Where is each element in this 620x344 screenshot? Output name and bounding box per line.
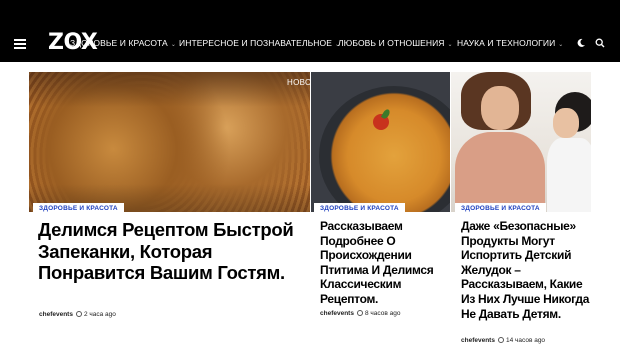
nav-item-science-tech[interactable]: НАУКА И ТЕХНОЛОГИИ ⌄ — [457, 38, 563, 48]
nav-item-label: ЗДОРОВЬЕ И КРАСОТА — [70, 38, 168, 48]
nav-item-health-beauty[interactable]: ЗДОРОВЬЕ И КРАСОТА ⌄ — [70, 38, 176, 48]
category-badge[interactable]: ЗДОРОВЬЕ И КРАСОТА — [455, 203, 546, 215]
article-image-ptitim[interactable] — [311, 72, 450, 212]
clock-icon — [497, 337, 504, 343]
article-meta: chefevents 8 часов ago — [320, 310, 400, 317]
chevron-down-icon: ⌄ — [447, 42, 453, 48]
clock-icon — [356, 310, 363, 316]
author-name[interactable]: chefevents — [39, 311, 73, 318]
moon-icon[interactable] — [576, 38, 586, 48]
nav-item-love-relationships[interactable]: ЛЮБОВЬ И ОТНОШЕНИЯ ⌄ — [338, 38, 453, 48]
nav-item-label: ИНТЕРЕСНОЕ И ПОЗНАВАТЕЛЬНОЕ — [179, 38, 333, 48]
category-badge[interactable]: ЗДОРОВЬЕ И КРАСОТА — [33, 203, 124, 215]
main-navigation: ZOX ЗДОРОВЬЕ И КРАСОТА ⌄ ИНТЕРЕСНОЕ И ПОЗ… — [0, 25, 620, 62]
article-title[interactable]: Рассказываем Подробнее О Происхождении П… — [320, 219, 448, 307]
category-badge[interactable]: ЗДОРОВЬЕ И КРАСОТА — [314, 203, 405, 215]
nav-item-interesting[interactable]: ИНТЕРЕСНОЕ И ПОЗНАВАТЕЛЬНОЕ ⌄ — [179, 38, 340, 48]
article-title[interactable]: Даже «Безопасные» Продукты Могут Испорти… — [461, 219, 591, 321]
post-time: 8 часов ago — [364, 310, 401, 317]
post-time: 2 часа ago — [83, 311, 116, 318]
menu-icon[interactable] — [14, 39, 26, 49]
search-icon[interactable] — [595, 38, 605, 48]
article-meta: chefevents 2 часа ago — [39, 311, 116, 318]
top-strip — [0, 0, 620, 25]
nav-item-label: НАУКА И ТЕХНОЛОГИИ — [457, 38, 556, 48]
author-name[interactable]: chefevents — [320, 310, 354, 317]
article-image-mother-child[interactable] — [451, 72, 591, 212]
clock-icon — [75, 311, 82, 317]
chevron-down-icon: ⌄ — [558, 42, 564, 48]
nav-item-label: ЛЮБОВЬ И ОТНОШЕНИЯ — [338, 38, 445, 48]
chevron-down-icon: ⌄ — [170, 42, 176, 48]
article-title[interactable]: Делимся Рецептом Быстрой Запеканки, Кото… — [38, 219, 310, 284]
article-image-casserole[interactable] — [29, 72, 310, 212]
